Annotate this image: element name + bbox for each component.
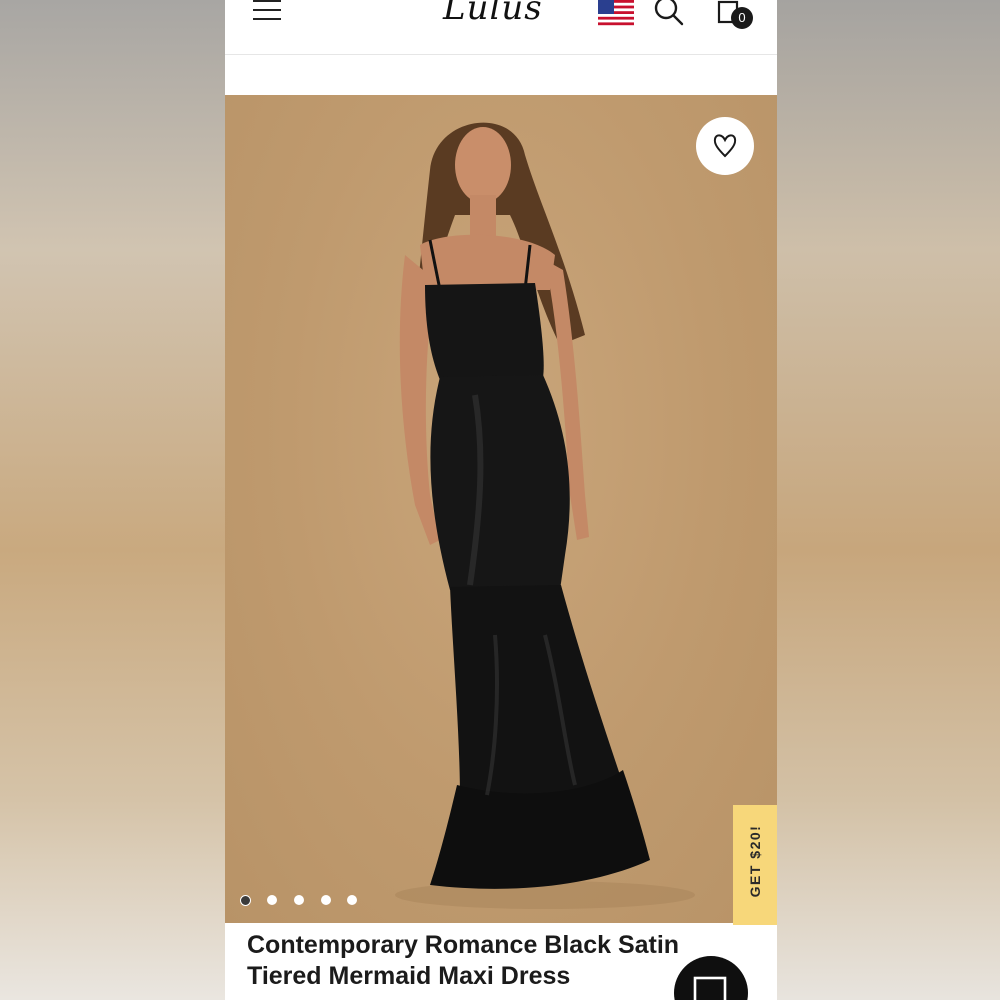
get-discount-label: GET $20! [747,824,763,898]
cart-count-badge: 0 [731,7,753,29]
carousel-dot[interactable] [267,895,277,905]
right-blurred-background [777,0,1000,1000]
carousel-dot[interactable] [294,895,304,905]
product-title-line-2: Tiered Mermaid Maxi Dress [247,962,571,990]
carousel-dot[interactable] [347,895,357,905]
promo-banner-text [225,44,777,58]
shopping-bag-icon[interactable]: 0 [715,0,755,32]
get-discount-tab[interactable]: GET $20! [733,805,777,925]
left-blurred-background [0,0,225,1000]
phone-screen: Lulus 0 GET $20! Contemporary Romance Bl… [225,0,777,1000]
site-header: Lulus 0 [225,0,777,55]
model-photo [395,122,695,909]
wishlist-heart-button[interactable] [696,117,754,175]
chat-icon [693,976,727,1000]
us-flag-icon[interactable] [598,0,634,28]
product-title: Contemporary Romance Black Satin Tiered … [247,930,727,992]
menu-icon[interactable] [253,0,283,22]
site-logo[interactable]: Lulus [443,0,563,32]
heart-icon [713,134,737,158]
carousel-dot[interactable] [321,895,331,905]
carousel-dot[interactable] [240,895,251,906]
product-image[interactable] [225,95,777,923]
product-title-line-1: Contemporary Romance Black Satin [247,931,680,959]
search-icon[interactable] [654,0,684,26]
